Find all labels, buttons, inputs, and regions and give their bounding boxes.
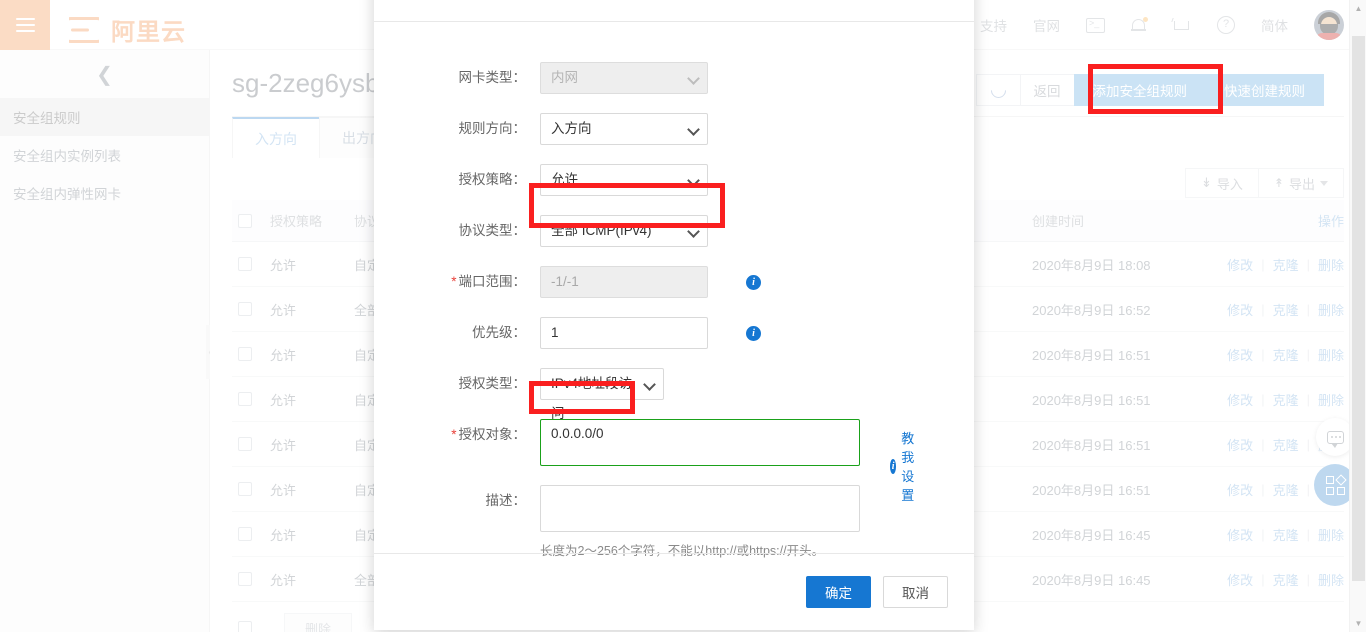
- field-nic-type: 网卡类型： 内网: [374, 62, 974, 94]
- auth-type-select[interactable]: IPv4地址段访问: [540, 368, 664, 421]
- dialog-header: [374, 0, 974, 22]
- dialog-footer: 确定 取消: [374, 553, 974, 630]
- field-label: 优先级：: [472, 325, 526, 340]
- port-range-input[interactable]: -1/-1: [540, 266, 708, 298]
- cancel-button[interactable]: 取消: [883, 576, 948, 608]
- nic-type-select[interactable]: 内网: [540, 62, 708, 94]
- field-label: 描述：: [485, 493, 527, 508]
- auth-policy-select[interactable]: 允许: [540, 164, 708, 196]
- chevron-down-icon: [687, 123, 700, 136]
- chevron-down-icon: [687, 225, 700, 238]
- required-marker: *: [451, 274, 457, 289]
- port-range-info-icon[interactable]: i: [746, 275, 761, 290]
- field-label: 协议类型：: [458, 223, 527, 238]
- field-auth-type: 授权类型： IPv4地址段访问: [374, 368, 974, 421]
- rule-direction-value: 入方向: [551, 121, 592, 136]
- field-protocol: 协议类型： 全部 ICMP(IPv4): [374, 215, 974, 247]
- field-auth-object: * 授权对象： 0.0.0.0/0 i 教我设置: [374, 419, 974, 503]
- auth-type-value: IPv4地址段访问: [551, 376, 633, 421]
- dialog-body: 网卡类型： 内网 规则方向： 入方向 授权策略： 允许 协议类型： 全部 ICM…: [374, 22, 974, 558]
- chevron-down-icon: [643, 378, 656, 391]
- required-marker: *: [451, 427, 457, 442]
- priority-input[interactable]: 1: [540, 317, 708, 349]
- protocol-type-select[interactable]: 全部 ICMP(IPv4): [540, 215, 708, 247]
- field-port-range: * 端口范围： -1/-1 i: [374, 266, 974, 298]
- protocol-type-value: 全部 ICMP(IPv4): [551, 223, 652, 238]
- field-label: 规则方向：: [458, 121, 527, 136]
- chevron-down-icon: [687, 174, 700, 187]
- field-priority: 优先级： 1 i: [374, 317, 974, 349]
- auth-object-textarea[interactable]: 0.0.0.0/0: [540, 419, 860, 466]
- chevron-down-icon: [687, 72, 700, 85]
- nic-type-value: 内网: [551, 70, 578, 85]
- priority-info-icon[interactable]: i: [746, 326, 761, 341]
- info-icon: i: [890, 458, 897, 474]
- field-label: * 端口范围：: [451, 274, 526, 289]
- field-label: 授权策略：: [458, 172, 527, 187]
- field-policy: 授权策略： 允许: [374, 164, 974, 196]
- rule-direction-select[interactable]: 入方向: [540, 113, 708, 145]
- field-label: 授权类型：: [458, 376, 527, 391]
- field-label: * 授权对象：: [451, 427, 526, 442]
- description-textarea[interactable]: [540, 485, 860, 532]
- field-description: 描述：: [374, 485, 974, 532]
- auth-policy-value: 允许: [551, 172, 578, 187]
- field-label: 网卡类型：: [458, 70, 527, 85]
- add-security-group-rule-dialog: 网卡类型： 内网 规则方向： 入方向 授权策略： 允许 协议类型： 全部 ICM…: [374, 0, 974, 630]
- confirm-button[interactable]: 确定: [806, 576, 871, 608]
- field-direction: 规则方向： 入方向: [374, 113, 974, 145]
- screen: 阿里云 支持 官网 ? 简体 ❮: [0, 0, 1366, 632]
